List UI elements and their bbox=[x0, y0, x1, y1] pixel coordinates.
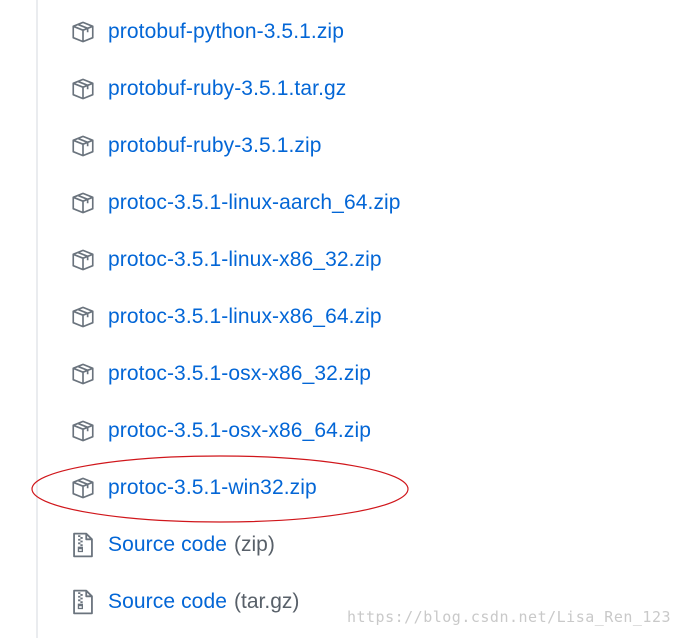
source-code-zip-link[interactable]: Source code bbox=[108, 533, 227, 557]
source-code-zip-item: Source code (zip) bbox=[70, 525, 275, 565]
asset-link[interactable]: protobuf-python-3.5.1.zip bbox=[108, 20, 344, 44]
file-zip-icon bbox=[70, 532, 96, 558]
package-icon bbox=[70, 190, 96, 216]
file-zip-icon bbox=[70, 589, 96, 615]
asset-link[interactable]: protoc-3.5.1-osx-x86_64.zip bbox=[108, 419, 371, 443]
package-icon bbox=[70, 19, 96, 45]
package-icon bbox=[70, 76, 96, 102]
watermark: https://blog.csdn.net/Lisa_Ren_123 bbox=[346, 608, 671, 626]
package-icon bbox=[70, 304, 96, 330]
asset-item: protoc-3.5.1-linux-aarch_64.zip bbox=[70, 183, 401, 223]
asset-link[interactable]: protoc-3.5.1-linux-aarch_64.zip bbox=[108, 191, 401, 215]
release-assets-page: protobuf-python-3.5.1.zip protobuf-ruby-… bbox=[0, 0, 683, 638]
asset-item: protoc-3.5.1-linux-x86_32.zip bbox=[70, 240, 382, 280]
source-code-format: (zip) bbox=[234, 533, 275, 556]
package-icon bbox=[70, 133, 96, 159]
source-code-targz-item: Source code (tar.gz) bbox=[70, 582, 299, 622]
asset-link-win32[interactable]: protoc-3.5.1-win32.zip bbox=[108, 476, 317, 500]
asset-link[interactable]: protobuf-ruby-3.5.1.zip bbox=[108, 134, 322, 158]
package-icon bbox=[70, 361, 96, 387]
asset-item: protoc-3.5.1-linux-x86_64.zip bbox=[70, 297, 382, 337]
package-icon bbox=[70, 247, 96, 273]
asset-item: protobuf-python-3.5.1.zip bbox=[70, 12, 344, 52]
source-code-format: (tar.gz) bbox=[234, 590, 300, 613]
asset-item: protobuf-ruby-3.5.1.tar.gz bbox=[70, 69, 346, 109]
package-icon bbox=[70, 418, 96, 444]
source-code-targz-link[interactable]: Source code bbox=[108, 590, 227, 614]
asset-link[interactable]: protoc-3.5.1-osx-x86_32.zip bbox=[108, 362, 371, 386]
asset-item: protoc-3.5.1-osx-x86_64.zip bbox=[70, 411, 371, 451]
package-icon bbox=[70, 475, 96, 501]
asset-item: protoc-3.5.1-osx-x86_32.zip bbox=[70, 354, 371, 394]
asset-link[interactable]: protoc-3.5.1-linux-x86_32.zip bbox=[108, 248, 382, 272]
timeline-rule bbox=[36, 0, 38, 638]
asset-link[interactable]: protoc-3.5.1-linux-x86_64.zip bbox=[108, 305, 382, 329]
asset-item: protobuf-ruby-3.5.1.zip bbox=[70, 126, 322, 166]
asset-item-win32: protoc-3.5.1-win32.zip bbox=[70, 468, 317, 508]
asset-link[interactable]: protobuf-ruby-3.5.1.tar.gz bbox=[108, 77, 346, 101]
